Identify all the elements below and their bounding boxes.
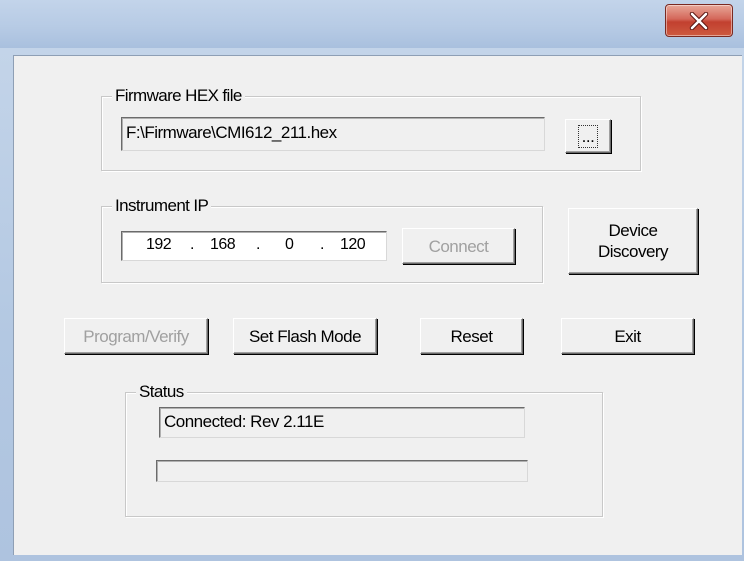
firmware-group: Firmware HEX file F:\Firmware\CMI612_211… [101,85,641,171]
status-progress-bar [156,460,528,482]
title-bar[interactable] [0,0,744,48]
ip-octet-1: 192 [146,236,172,253]
ip-separator: . [320,236,324,253]
reset-button[interactable]: Reset [420,318,523,354]
set-flash-mode-button[interactable]: Set Flash Mode [233,318,377,354]
connect-button[interactable]: Connect [402,228,515,264]
ip-separator: . [256,236,260,253]
device-discovery-button[interactable]: Device Discovery [568,208,698,274]
close-icon [689,12,709,30]
dialog-client-area: Firmware HEX file F:\Firmware\CMI612_211… [13,55,742,555]
firmware-path-value: F:\Firmware\CMI612_211.hex [126,123,337,142]
status-text: Connected: Rev 2.11E [164,412,324,431]
firmware-path-field[interactable]: F:\Firmware\CMI612_211.hex [121,117,545,151]
status-group-label: Status [136,381,187,403]
exit-label: Exit [614,326,641,346]
ip-octet-3: 0 [285,236,294,253]
instrument-ip-group-label: Instrument IP [112,195,212,217]
device-discovery-label-line2: Discovery [597,242,669,261]
ip-address-field[interactable]: 192 . 168 . 0 . 120 [121,231,387,261]
set-flash-mode-label: Set Flash Mode [248,326,362,346]
status-group: Status Connected: Rev 2.11E [125,381,603,517]
browse-button-label: ... [577,124,599,148]
instrument-ip-group: Instrument IP 192 . 168 . 0 . 120 Connec… [101,195,543,283]
ip-octet-2: 168 [210,236,236,253]
ip-separator: . [190,236,194,253]
exit-button[interactable]: Exit [561,318,694,354]
firmware-group-label: Firmware HEX file [112,85,245,107]
status-text-field: Connected: Rev 2.11E [159,407,525,438]
ip-octet-4: 120 [340,236,366,253]
browse-button[interactable]: ... [565,119,611,153]
device-discovery-label-line1: Device [608,221,658,240]
app-window: Firmware HEX file F:\Firmware\CMI612_211… [0,0,744,561]
program-verify-button[interactable]: Program/Verify [64,318,208,354]
program-verify-label: Program/Verify [83,326,189,346]
reset-label: Reset [450,326,493,346]
connect-button-label: Connect [428,236,489,256]
close-button[interactable] [665,4,733,37]
